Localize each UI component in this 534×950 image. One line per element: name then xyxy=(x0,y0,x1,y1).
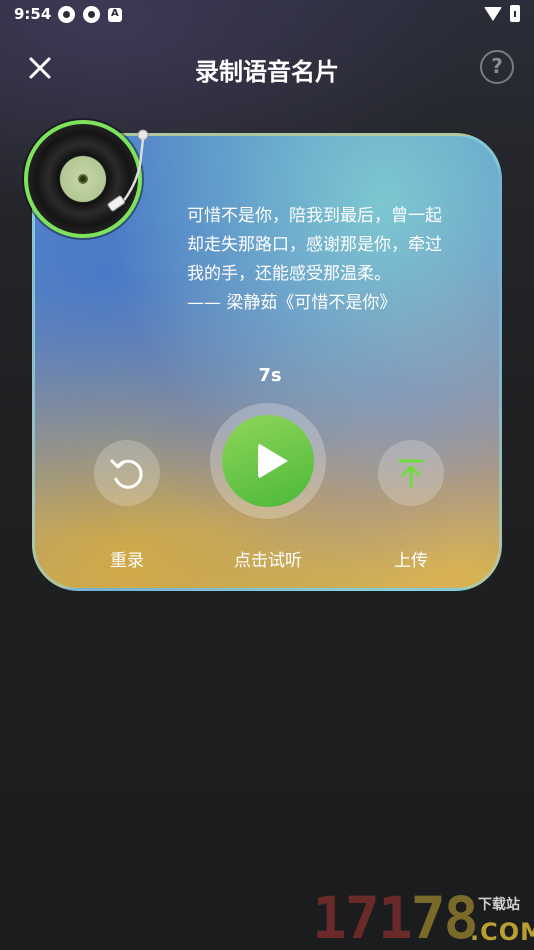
tonearm-icon xyxy=(107,129,149,212)
lyric-line: 却走失那路口，感谢那是你，牵过 xyxy=(187,235,442,255)
status-system-icons xyxy=(484,5,520,22)
redo-icon xyxy=(110,459,143,489)
help-button[interactable]: ? xyxy=(480,50,514,84)
app-notification-icon xyxy=(83,6,100,23)
watermark-site-label: 下载站 xyxy=(478,897,520,913)
page-title: 录制语音名片 xyxy=(195,58,339,86)
recording-duration: 7s xyxy=(258,365,282,386)
vinyl-center xyxy=(78,174,88,184)
watermark-domain: .COM xyxy=(470,918,534,946)
play-preview-button[interactable] xyxy=(210,403,326,519)
lyric-line: 可惜不是你，陪我到最后，曾一起 xyxy=(187,206,442,226)
upload-icon xyxy=(398,459,424,488)
site-watermark: 17178 下载站 .COM xyxy=(312,886,534,950)
play-button-core xyxy=(222,415,314,507)
wifi-icon xyxy=(484,6,502,21)
watermark-logo: 17178 xyxy=(312,884,479,950)
play-label: 点击试听 xyxy=(234,551,302,571)
battery-charging-icon xyxy=(510,5,520,22)
upload-button[interactable] xyxy=(378,440,444,506)
lyric-line: 我的手，还能感受那温柔。 xyxy=(187,264,391,284)
help-icon: ? xyxy=(491,54,503,78)
status-time: 9:54 xyxy=(14,5,52,23)
upload-label: 上传 xyxy=(394,551,428,571)
a-icon xyxy=(108,8,122,22)
lyrics-text: 可惜不是你，陪我到最后，曾一起 却走失那路口，感谢那是你，牵过 我的手，还能感受… xyxy=(187,202,487,318)
redo-button[interactable] xyxy=(94,440,160,506)
play-icon xyxy=(258,443,288,479)
redo-label: 重录 xyxy=(110,551,144,571)
lyric-attribution: —— 梁静茹《可惜不是你》 xyxy=(187,293,397,313)
status-notification-icons xyxy=(58,6,122,23)
status-bar: 9:54 xyxy=(0,0,534,28)
app-notification-icon xyxy=(58,6,75,23)
